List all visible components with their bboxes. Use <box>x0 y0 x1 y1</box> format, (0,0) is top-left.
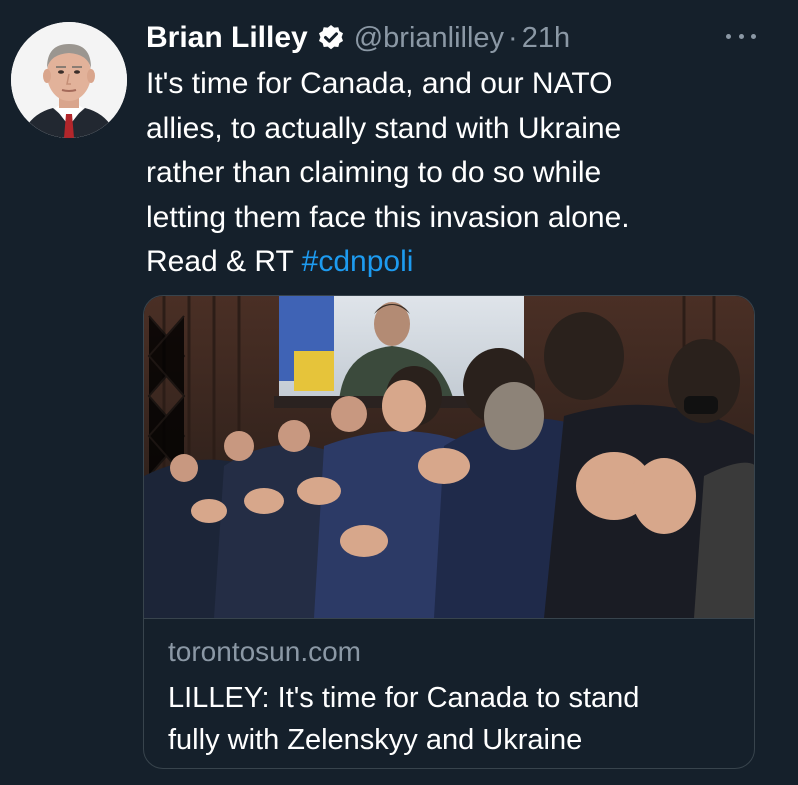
more-dot <box>751 33 756 39</box>
tweet-text-prefix: Read & RT <box>146 245 302 278</box>
tweet-header: Brian Lilley @brianlilley · 21h <box>146 16 570 60</box>
tweet-text-line: letting them face this invasion alone. <box>146 200 630 234</box>
more-dot <box>738 33 744 39</box>
more-options-icon[interactable] <box>726 24 756 48</box>
card-domain: torontosun.com <box>168 636 361 667</box>
card-title: LILLEY: It's time for Canada to stand fu… <box>168 677 738 761</box>
header-separator: · <box>508 21 518 54</box>
card-divider <box>144 618 754 619</box>
card-title-line: fully with Zelenskyy and Ukraine <box>168 724 583 756</box>
card-photo <box>144 296 754 618</box>
author-handle[interactable]: @brianlilley <box>354 22 504 55</box>
tweet-timestamp[interactable]: 21h <box>522 22 570 55</box>
tweet-text-line: It's time for Canada, and our NATO <box>146 67 613 100</box>
author-name[interactable]: Brian Lilley <box>146 21 308 55</box>
hashtag-link[interactable]: #cdnpoli <box>302 245 414 278</box>
tweet-text-line: rather than claiming to do so while <box>146 156 602 189</box>
card-title-line: LILLEY: It's time for Canada to stand <box>168 682 640 714</box>
tweet-text-line: allies, to actually stand with Ukraine <box>146 111 622 145</box>
avatar[interactable] <box>11 22 127 138</box>
link-card[interactable]: torontosun.com LILLEY: It's time for Can… <box>143 295 755 769</box>
avatar-photo <box>11 22 127 138</box>
more-dot <box>726 33 731 39</box>
tweet-text-line-last: Read & RT #cdnpoli <box>146 240 746 285</box>
verified-badge-icon <box>317 24 345 52</box>
tweet-text: It's time for Canada, and our NATO allie… <box>146 62 746 285</box>
card-image[interactable] <box>144 296 754 618</box>
